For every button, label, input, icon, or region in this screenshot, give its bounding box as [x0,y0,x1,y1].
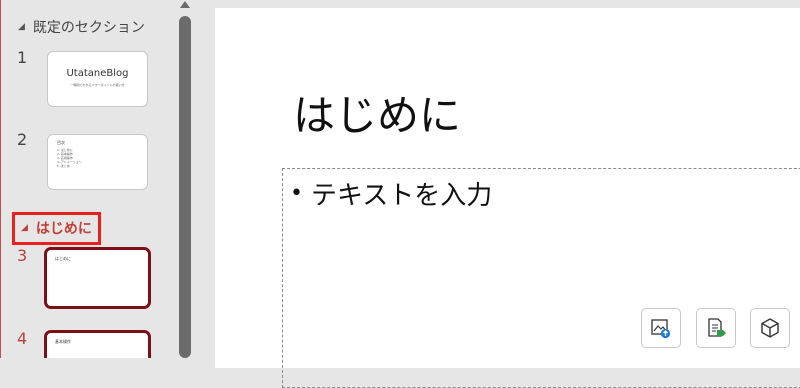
insert-document-icon [708,318,726,337]
pane-left-rule [0,0,1,358]
insert-picture-button[interactable] [641,308,681,348]
slide-canvas[interactable]: はじめに • テキストを入力 [215,8,800,388]
collapse-triangle-icon[interactable]: ◢ [18,22,25,32]
bullet-text[interactable]: • テキストを入力 [290,175,492,212]
slide-number: 1 [17,48,28,67]
placeholder-text: テキストを入力 [310,181,493,211]
slide-thumbnail-1[interactable]: UtataneBlog 一時間でわかるパワーポイントの使い方 [47,51,148,107]
insert-document-button[interactable] [696,308,736,348]
slide-number: 4 [17,329,28,348]
scroll-up-arrow-icon[interactable] [180,1,190,8]
section-header-hajimeni[interactable]: ◢ はじめに [12,212,101,245]
thumb-title: 基本操作 [55,339,71,344]
insert-3d-model-button[interactable] [750,308,790,348]
thumb-title: はじめに [55,256,71,261]
section-label: 既定のセクション [32,20,145,36]
thumb-title: UtataneBlog [66,68,129,79]
thumbnail-scrollbar[interactable] [176,0,195,358]
content-placeholder[interactable]: • テキストを入力 [282,168,800,388]
insert-3d-model-icon [761,318,779,338]
bullet-dot: • [290,181,303,206]
thumb-title: 目次 [57,140,65,145]
slide-number: 3 [17,246,28,265]
slide-number: 2 [17,130,28,149]
scrollbar-thumb[interactable] [179,16,191,358]
slide-title[interactable]: はじめに [293,82,461,143]
slide-editor-area: はじめに • テキストを入力 [195,0,800,388]
slide-thumbnail-4[interactable]: 基本操作 [44,330,151,358]
thumb-subtitle: 一時間でわかるパワーポイントの使い方 [70,83,125,87]
slide-thumbnail-3[interactable]: はじめに [44,247,151,309]
collapse-triangle-icon[interactable]: ◢ [21,223,28,233]
section-label: はじめに [35,221,92,237]
section-header-default[interactable]: ◢ 既定のセクション [18,17,145,37]
slide-thumbnail-2[interactable]: 目次 1. はじめに 2. 基本操作 3. 応用操作 4. アニメーション 5.… [47,134,148,190]
thumb-list: 1. はじめに 2. 基本操作 3. 応用操作 4. アニメーション 5. まと… [57,148,82,168]
thumb-list-item: 5. まとめ [57,164,70,168]
slide-thumbnail-pane[interactable]: ◢ 既定のセクション 1 UtataneBlog 一時間でわかるパワーポイントの… [0,0,176,358]
insert-picture-icon [651,319,671,339]
